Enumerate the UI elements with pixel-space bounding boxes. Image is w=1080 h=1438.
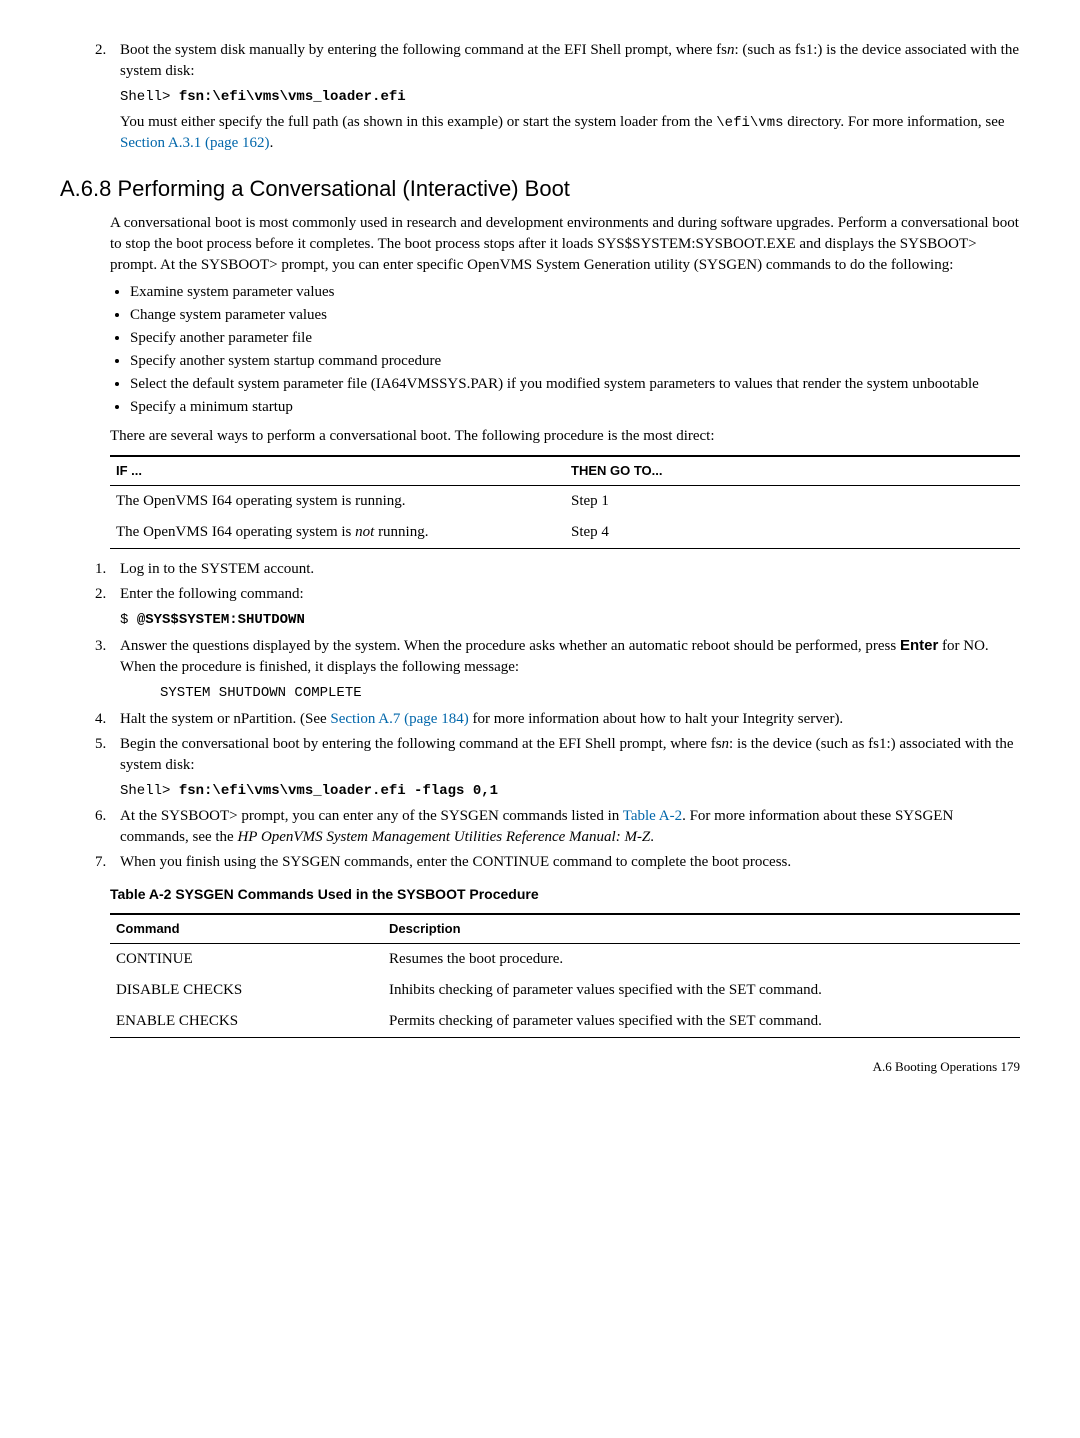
step-3: Answer the questions displayed by the sy… — [110, 635, 1020, 704]
step2-text2c: . — [270, 135, 274, 151]
s6-ital: HP OpenVMS System Management Utilities R… — [237, 829, 650, 845]
step2b-cmd: $ @SYS$SYSTEM:SHUTDOWN — [120, 609, 1020, 631]
sysgen-table: Command Description CONTINUE Resumes the… — [110, 913, 1020, 1038]
step-2: Boot the system disk manually by enterin… — [110, 40, 1020, 154]
sysgen-h1: Command — [110, 914, 383, 944]
step-5: Begin the conversational boot by enterin… — [110, 734, 1020, 802]
s4-link[interactable]: Section A.7 (page 184) — [330, 711, 468, 727]
step2-link[interactable]: Section A.3.1 (page 162) — [120, 135, 270, 151]
cmd-continue: CONTINUE — [110, 943, 383, 975]
desc-continue: Resumes the boot procedure. — [383, 943, 1020, 975]
table-row: CONTINUE Resumes the boot procedure. — [110, 943, 1020, 975]
enter-key: Enter — [900, 637, 938, 654]
section-heading: A.6.8 Performing a Conversational (Inter… — [60, 174, 1020, 205]
s6-link[interactable]: Table A-2 — [623, 808, 682, 824]
step-2b: Enter the following command: $ @SYS$SYST… — [110, 584, 1020, 631]
shell-prompt: Shell> — [120, 89, 179, 105]
step-1: Log in to the SYSTEM account. — [110, 559, 1020, 580]
ways-para: There are several ways to perform a conv… — [110, 426, 1020, 447]
step2-code: \efi\vms — [716, 115, 783, 131]
ifthen-r2c2: Step 4 — [565, 517, 1020, 549]
s5-n: n — [722, 736, 730, 752]
shell-cmd-5: fsn:\efi\vms\vms_loader.efi -flags 0,1 — [179, 783, 498, 799]
table-row: The OpenVMS I64 operating system is not … — [110, 517, 1020, 549]
shell-command: fsn:\efi\vms\vms_loader.efi — [179, 89, 406, 105]
s3-a: Answer the questions displayed by the sy… — [120, 638, 900, 654]
dollar-prompt: $ — [120, 612, 137, 628]
step2-para2: You must either specify the full path (a… — [120, 112, 1020, 155]
s6-a: At the SYSBOOT> prompt, you can enter an… — [120, 808, 623, 824]
step-4: Halt the system or nPartition. (See Sect… — [110, 709, 1020, 730]
bullet-item: Specify another system startup command p… — [130, 351, 1020, 372]
bullet-item: Specify a minimum startup — [130, 397, 1020, 418]
table-row: The OpenVMS I64 operating system is runn… — [110, 486, 1020, 518]
shell-prompt-5: Shell> — [120, 783, 179, 799]
r2c1-b: running. — [374, 524, 428, 540]
s4-a: Halt the system or nPartition. (See — [120, 711, 330, 727]
step5-shell: Shell> fsn:\efi\vms\vms_loader.efi -flag… — [120, 780, 1020, 802]
bullet-item: Examine system parameter values — [130, 282, 1020, 303]
s4-b: for more information about how to halt y… — [469, 711, 843, 727]
step2-text2b: directory. For more information, see — [784, 114, 1005, 130]
s6-c: . — [650, 829, 654, 845]
bullet-list: Examine system parameter values Change s… — [60, 282, 1020, 418]
page-footer: A.6 Booting Operations 179 — [60, 1058, 1020, 1076]
step-7: When you finish using the SYSGEN command… — [110, 852, 1020, 873]
cmd-disable: DISABLE CHECKS — [110, 975, 383, 1006]
table-row: DISABLE CHECKS Inhibits checking of para… — [110, 975, 1020, 1006]
step2-text1: Boot the system disk manually by enterin… — [120, 42, 727, 58]
table-row: ENABLE CHECKS Permits checking of parame… — [110, 1006, 1020, 1038]
r2c1-a: The OpenVMS I64 operating system is — [116, 524, 355, 540]
ifthen-h2: THEN GO TO... — [565, 456, 1020, 486]
sysgen-h2: Description — [383, 914, 1020, 944]
ifthen-h1: IF ... — [110, 456, 565, 486]
ifthen-r1c2: Step 1 — [565, 486, 1020, 518]
conversational-intro: A conversational boot is most commonly u… — [110, 213, 1020, 276]
table-caption: Table A-2 SYSGEN Commands Used in the SY… — [110, 885, 1020, 905]
r2c1-not: not — [355, 524, 374, 540]
procedure-steps: Log in to the SYSTEM account. Enter the … — [60, 559, 1020, 873]
s5-a: Begin the conversational boot by enterin… — [120, 736, 722, 752]
shutdown-cmd: @SYS$SYSTEM:SHUTDOWN — [137, 612, 305, 628]
shutdown-message: SYSTEM SHUTDOWN COMPLETE — [160, 684, 1020, 704]
bullet-item: Specify another parameter file — [130, 328, 1020, 349]
desc-enable: Permits checking of parameter values spe… — [383, 1006, 1020, 1038]
ifthen-r1c1: The OpenVMS I64 operating system is runn… — [110, 486, 565, 518]
ifthen-r2c1: The OpenVMS I64 operating system is not … — [110, 517, 565, 549]
step2b-text: Enter the following command: — [120, 586, 304, 602]
cmd-enable: ENABLE CHECKS — [110, 1006, 383, 1038]
bullet-item: Change system parameter values — [130, 305, 1020, 326]
step2-shell: Shell> fsn:\efi\vms\vms_loader.efi — [120, 86, 1020, 108]
step-6: At the SYSBOOT> prompt, you can enter an… — [110, 806, 1020, 848]
bullet-item: Select the default system parameter file… — [130, 374, 1020, 395]
if-then-table: IF ... THEN GO TO... The OpenVMS I64 ope… — [110, 455, 1020, 549]
step2-text2a: You must either specify the full path (a… — [120, 114, 716, 130]
desc-disable: Inhibits checking of parameter values sp… — [383, 975, 1020, 1006]
